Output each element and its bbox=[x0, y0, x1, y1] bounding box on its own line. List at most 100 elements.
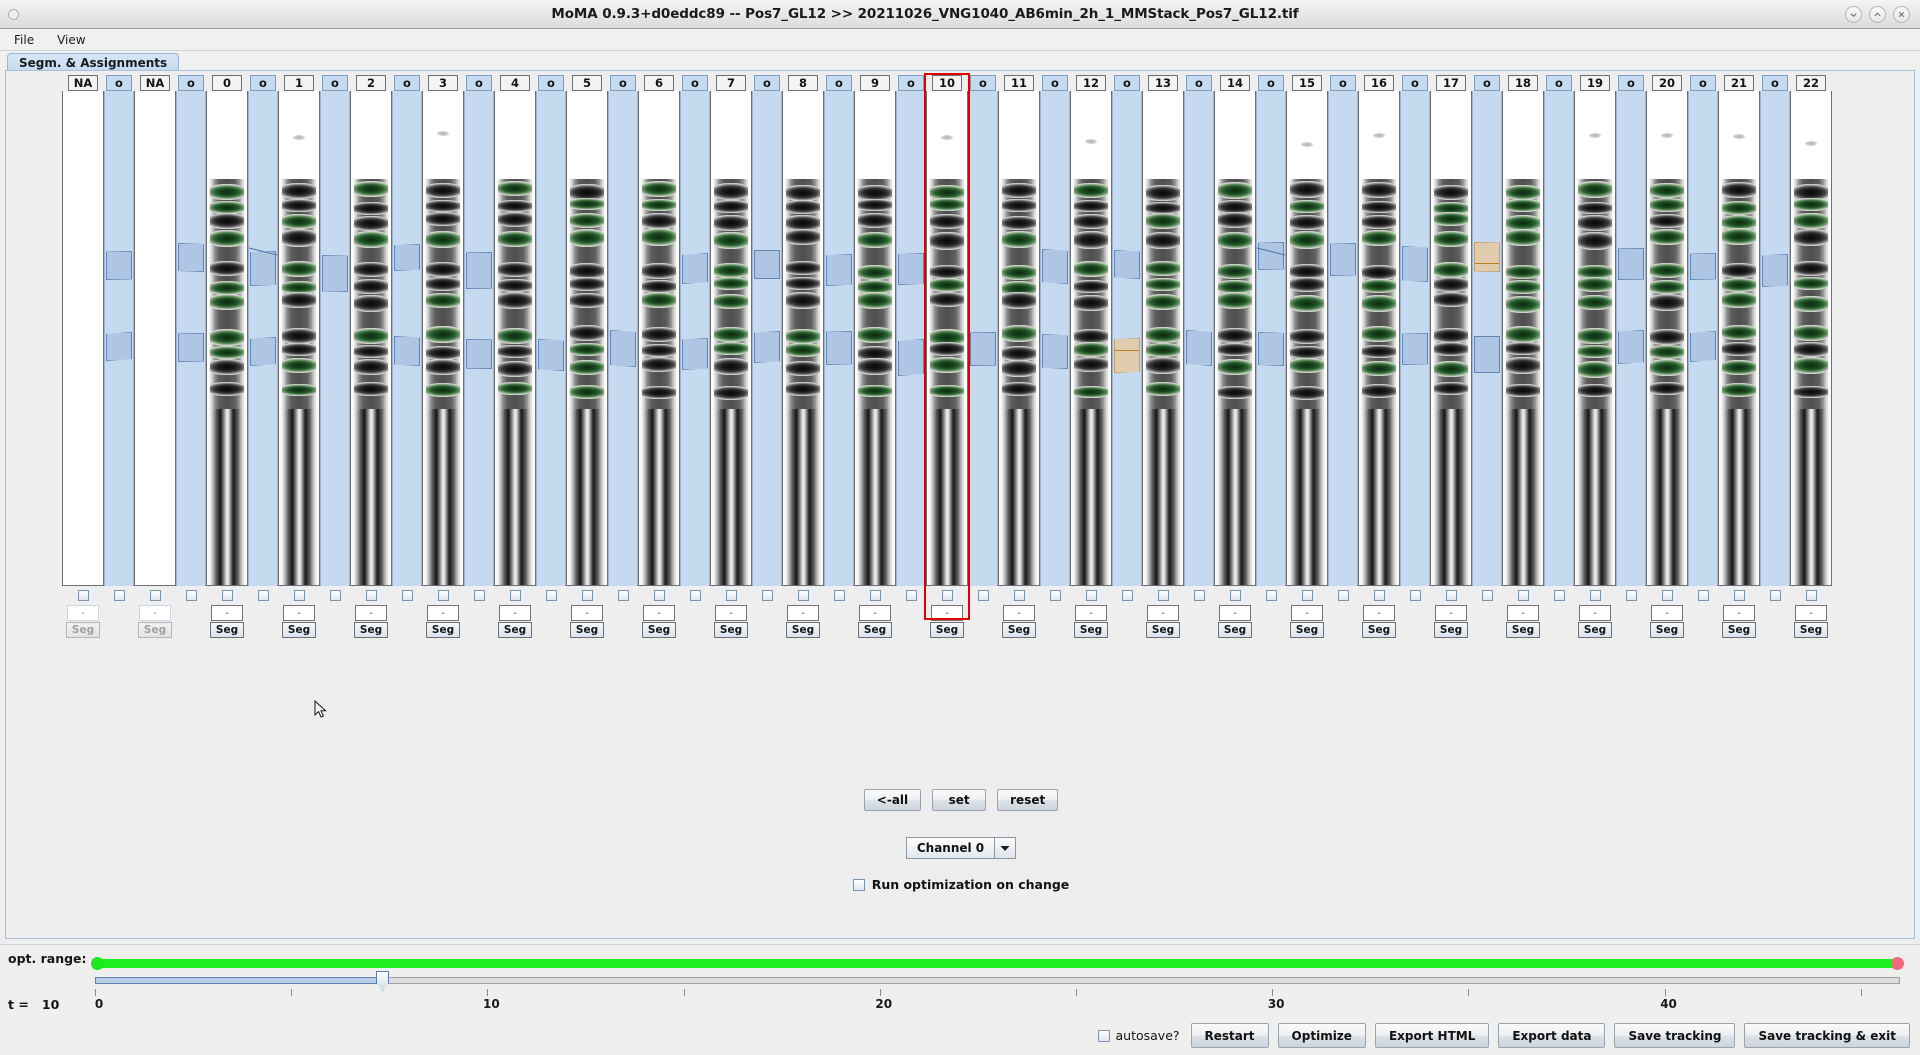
assignment-polygon[interactable] bbox=[1186, 330, 1212, 366]
growthlane-checkbox[interactable] bbox=[509, 590, 521, 601]
growthlane-image[interactable] bbox=[854, 91, 896, 586]
growthlane-image[interactable] bbox=[926, 91, 968, 586]
assignment-band[interactable] bbox=[608, 91, 638, 586]
autosave-checkbox[interactable] bbox=[1097, 1029, 1110, 1042]
growthlane-checkbox[interactable] bbox=[1589, 590, 1601, 601]
assignment-polygon-highlight[interactable] bbox=[1474, 242, 1500, 272]
assignment-checkbox[interactable] bbox=[1265, 590, 1277, 601]
assignment-band[interactable] bbox=[1616, 91, 1646, 586]
assignment-polygon[interactable] bbox=[754, 331, 780, 363]
assignment-band[interactable] bbox=[1688, 91, 1718, 586]
assignment-polygon[interactable] bbox=[1258, 332, 1284, 366]
seg-button[interactable]: Seg bbox=[714, 622, 748, 638]
assignment-checkbox[interactable] bbox=[1121, 590, 1133, 601]
assignment-header[interactable]: o bbox=[1402, 75, 1428, 91]
assignment-checkbox[interactable] bbox=[1769, 590, 1781, 601]
assignment-header[interactable]: o bbox=[1618, 75, 1644, 91]
growthlane-value-field[interactable]: - bbox=[571, 605, 603, 621]
frame-header-5[interactable]: 5 bbox=[572, 75, 602, 91]
growthlane-value-field[interactable]: - bbox=[859, 605, 891, 621]
assignment-header[interactable]: o bbox=[538, 75, 564, 91]
assignment-checkbox[interactable] bbox=[1697, 590, 1709, 601]
assignment-band[interactable] bbox=[1544, 91, 1574, 586]
growthlane-value-field[interactable]: - bbox=[715, 605, 747, 621]
frame-header-3[interactable]: 3 bbox=[428, 75, 458, 91]
assignment-polygon[interactable] bbox=[1474, 336, 1500, 373]
seg-button[interactable]: Seg bbox=[1146, 622, 1180, 638]
growthlane-checkbox[interactable] bbox=[1733, 590, 1745, 601]
assignment-header[interactable]: o bbox=[394, 75, 420, 91]
seg-button[interactable]: Seg bbox=[354, 622, 388, 638]
assignment-header[interactable]: o bbox=[178, 75, 204, 91]
assignment-header[interactable]: o bbox=[1474, 75, 1500, 91]
menu-view[interactable]: View bbox=[48, 31, 94, 49]
assignment-polygon[interactable] bbox=[682, 253, 708, 284]
assignment-checkbox[interactable] bbox=[545, 590, 557, 601]
export-html-button[interactable]: Export HTML bbox=[1374, 1023, 1490, 1048]
frame-header-14[interactable]: 14 bbox=[1220, 75, 1250, 91]
assignment-band[interactable] bbox=[536, 91, 566, 586]
assignment-polygon[interactable] bbox=[250, 337, 276, 366]
frame-header-9[interactable]: 9 bbox=[860, 75, 890, 91]
growthlane-image[interactable] bbox=[1718, 91, 1760, 586]
growthlane-image-na[interactable] bbox=[134, 91, 176, 586]
menu-file[interactable]: File bbox=[5, 31, 43, 49]
assignment-polygon[interactable] bbox=[826, 331, 852, 365]
growthlane-image[interactable] bbox=[1502, 91, 1544, 586]
assignment-checkbox[interactable] bbox=[833, 590, 845, 601]
growthlane-checkbox[interactable] bbox=[1085, 590, 1097, 601]
assignment-band[interactable] bbox=[896, 91, 926, 586]
frame-header-11[interactable]: 11 bbox=[1004, 75, 1034, 91]
growthlane-value-field[interactable]: - bbox=[1435, 605, 1467, 621]
assignment-polygon[interactable] bbox=[1042, 334, 1068, 369]
assignment-checkbox[interactable] bbox=[617, 590, 629, 601]
growthlane-value-field[interactable]: - bbox=[1075, 605, 1107, 621]
assignment-checkbox[interactable] bbox=[113, 590, 125, 601]
growthlane-checkbox[interactable] bbox=[869, 590, 881, 601]
growthlane-value-field[interactable]: - bbox=[499, 605, 531, 621]
frame-header-NA[interactable]: NA bbox=[139, 75, 171, 91]
frame-header-22[interactable]: 22 bbox=[1796, 75, 1826, 91]
seg-button[interactable]: Seg bbox=[1074, 622, 1108, 638]
maximize-button[interactable] bbox=[1869, 5, 1886, 23]
growthlane-image[interactable] bbox=[1574, 91, 1616, 586]
assignment-polygon[interactable] bbox=[1618, 330, 1644, 364]
assignment-checkbox[interactable] bbox=[329, 590, 341, 601]
growthlane-checkbox[interactable] bbox=[1301, 590, 1313, 601]
growthlane-checkbox[interactable] bbox=[653, 590, 665, 601]
frame-header-0[interactable]: 0 bbox=[212, 75, 242, 91]
growthlane-image[interactable] bbox=[206, 91, 248, 586]
growthlane-value-field[interactable]: - bbox=[1291, 605, 1323, 621]
time-slider-track[interactable] bbox=[95, 977, 1900, 984]
assignment-header[interactable]: o bbox=[1186, 75, 1212, 91]
assignment-polygon[interactable] bbox=[610, 330, 636, 367]
seg-button[interactable]: Seg bbox=[1434, 622, 1468, 638]
assignment-polygon[interactable] bbox=[394, 244, 420, 271]
growthlane-value-field[interactable]: - bbox=[355, 605, 387, 621]
frame-header-2[interactable]: 2 bbox=[356, 75, 386, 91]
set-button[interactable]: set bbox=[932, 789, 987, 811]
assignment-polygon[interactable] bbox=[106, 251, 132, 280]
growthlane-checkbox[interactable] bbox=[797, 590, 809, 601]
growthlane-checkbox[interactable] bbox=[581, 590, 593, 601]
minimize-button[interactable] bbox=[1845, 5, 1862, 23]
all-button[interactable]: <-all bbox=[863, 789, 922, 811]
growthlane-image[interactable] bbox=[638, 91, 680, 586]
assignment-polygon[interactable] bbox=[1690, 253, 1716, 280]
assignment-header[interactable]: o bbox=[1546, 75, 1572, 91]
frame-header-10[interactable]: 10 bbox=[932, 75, 962, 91]
seg-button[interactable]: Seg bbox=[210, 622, 244, 638]
growthlane-value-field[interactable]: - bbox=[1723, 605, 1755, 621]
growthlane-checkbox[interactable] bbox=[149, 590, 161, 601]
assignment-polygon[interactable] bbox=[466, 252, 492, 289]
assignment-polygon[interactable] bbox=[1618, 248, 1644, 280]
assignment-checkbox[interactable] bbox=[1193, 590, 1205, 601]
assignment-header[interactable]: o bbox=[826, 75, 852, 91]
assignment-band[interactable] bbox=[1256, 91, 1286, 586]
assignment-polygon[interactable] bbox=[1762, 254, 1788, 287]
assignment-polygon[interactable] bbox=[178, 243, 204, 272]
seg-button[interactable]: Seg bbox=[930, 622, 964, 638]
seg-button[interactable]: Seg bbox=[1794, 622, 1828, 638]
assignment-header[interactable]: o bbox=[682, 75, 708, 91]
close-button[interactable] bbox=[1893, 5, 1910, 23]
